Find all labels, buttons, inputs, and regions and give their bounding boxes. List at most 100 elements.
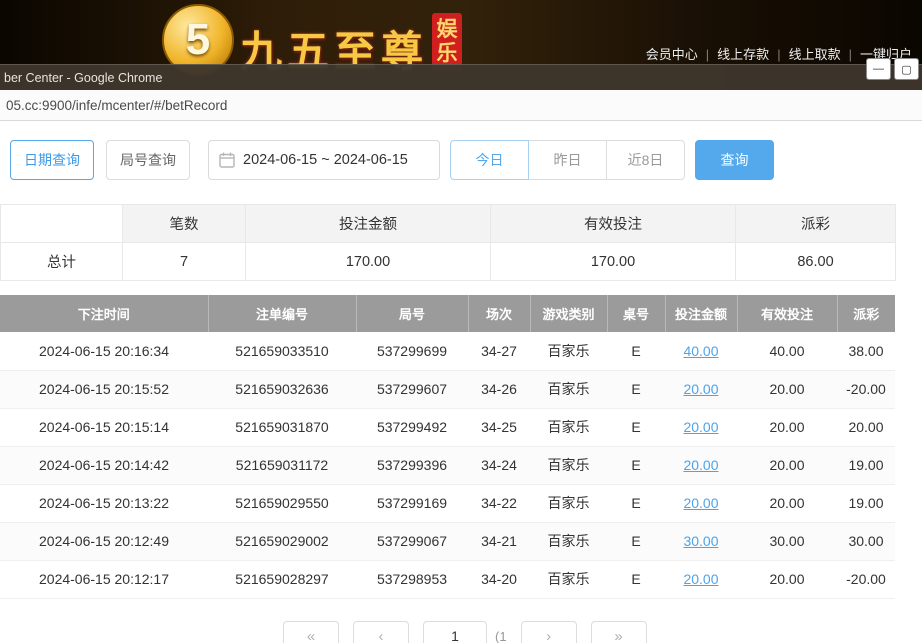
table-row: 2024-06-15 20:13:22521659029550537299169… [0, 484, 895, 522]
bet-amount-cell: 20.00 [665, 370, 737, 408]
summary-header-empty [1, 205, 123, 243]
round-query-tab[interactable]: 局号查询 [106, 140, 190, 180]
valid-bet-cell: 20.00 [737, 446, 837, 484]
bet-amount-link[interactable]: 20.00 [683, 571, 718, 587]
table-number-cell: E [607, 446, 665, 484]
bet-amount-link[interactable]: 20.00 [683, 381, 718, 397]
bet-time-cell: 2024-06-15 20:12:49 [0, 522, 208, 560]
window-title: ber Center - Google Chrome [4, 71, 162, 85]
bet-id-cell: 521659031870 [208, 408, 356, 446]
header-game-type: 游戏类别 [530, 295, 607, 332]
screen: 5 九五至尊 娱 乐 会员中心|线上存款|线上取款|一键归户 ber Cente… [0, 0, 922, 643]
maximize-button[interactable]: ▢ [894, 58, 919, 80]
game-type-cell: 百家乐 [530, 560, 607, 598]
session-cell: 34-27 [468, 332, 530, 370]
payout-cell: -20.00 [837, 370, 895, 408]
next-page-button[interactable]: › [521, 621, 577, 643]
bet-time-cell: 2024-06-15 20:15:52 [0, 370, 208, 408]
summary-payout-value: 86.00 [736, 243, 896, 281]
table-row: 2024-06-15 20:12:17521659028297537298953… [0, 560, 895, 598]
first-page-button[interactable]: « [283, 621, 339, 643]
summary-table: 笔数 投注金额 有效投注 派彩 总计 7 170.00 170.00 86.00 [0, 204, 896, 281]
nav-link[interactable]: 会员中心 [638, 47, 706, 62]
bet-id-cell: 521659029002 [208, 522, 356, 560]
quick-date-group: 今日 昨日 近8日 [450, 140, 685, 180]
bet-record-table: 下注时间 注单编号 局号 场次 游戏类别 桌号 投注金额 有效投注 派彩 202… [0, 295, 895, 599]
logo-badge-char: 娱 [437, 18, 458, 42]
round-number-cell: 537299492 [356, 408, 468, 446]
bet-record-page: 日期查询 局号查询 2024-06-15 ~ 2024-06-15 今日 昨日 … [0, 121, 922, 643]
bet-amount-cell: 20.00 [665, 446, 737, 484]
summary-header-valid-bet: 有效投注 [491, 205, 736, 243]
summary-valid-bet-value: 170.00 [491, 243, 736, 281]
date-query-tab[interactable]: 日期查询 [10, 140, 94, 180]
table-row: 2024-06-15 20:15:52521659032636537299607… [0, 370, 895, 408]
bet-amount-link[interactable]: 20.00 [683, 457, 718, 473]
search-button[interactable]: 查询 [695, 140, 774, 180]
date-range-picker[interactable]: 2024-06-15 ~ 2024-06-15 [208, 140, 440, 180]
yesterday-button[interactable]: 昨日 [528, 140, 607, 180]
game-type-cell: 百家乐 [530, 484, 607, 522]
bet-time-cell: 2024-06-15 20:15:14 [0, 408, 208, 446]
bet-table-header-row: 下注时间 注单编号 局号 场次 游戏类别 桌号 投注金额 有效投注 派彩 [0, 295, 895, 332]
today-button[interactable]: 今日 [450, 140, 529, 180]
prev-page-button[interactable]: ‹ [353, 621, 409, 643]
table-row: 2024-06-15 20:12:49521659029002537299067… [0, 522, 895, 560]
round-number-cell: 537299699 [356, 332, 468, 370]
bet-time-cell: 2024-06-15 20:14:42 [0, 446, 208, 484]
last-page-button[interactable]: » [591, 621, 647, 643]
payout-cell: -20.00 [837, 560, 895, 598]
calendar-icon [219, 152, 235, 168]
session-cell: 34-25 [468, 408, 530, 446]
logo-badge-char: 乐 [437, 42, 458, 66]
table-row: 2024-06-15 20:15:14521659031870537299492… [0, 408, 895, 446]
bet-id-cell: 521659029550 [208, 484, 356, 522]
bet-id-cell: 521659031172 [208, 446, 356, 484]
valid-bet-cell: 30.00 [737, 522, 837, 560]
bet-time-cell: 2024-06-15 20:16:34 [0, 332, 208, 370]
url-text: 05.cc:9900/infe/mcenter/#/betRecord [6, 98, 227, 113]
bet-amount-link[interactable]: 30.00 [683, 533, 718, 549]
payout-cell: 38.00 [837, 332, 895, 370]
summary-count-value: 7 [123, 243, 246, 281]
bet-amount-link[interactable]: 20.00 [683, 419, 718, 435]
table-row: 2024-06-15 20:14:42521659031172537299396… [0, 446, 895, 484]
summary-total-row: 总计 7 170.00 170.00 86.00 [1, 243, 896, 281]
bet-amount-link[interactable]: 40.00 [683, 343, 718, 359]
valid-bet-cell: 40.00 [737, 332, 837, 370]
session-cell: 34-26 [468, 370, 530, 408]
bet-amount-cell: 40.00 [665, 332, 737, 370]
last-8-days-button[interactable]: 近8日 [606, 140, 685, 180]
round-number-cell: 537299607 [356, 370, 468, 408]
filter-bar: 日期查询 局号查询 2024-06-15 ~ 2024-06-15 今日 昨日 … [10, 140, 774, 180]
bet-amount-cell: 20.00 [665, 408, 737, 446]
bet-id-cell: 521659032636 [208, 370, 356, 408]
summary-header-count: 笔数 [123, 205, 246, 243]
page-info: (1 [495, 629, 507, 643]
game-type-cell: 百家乐 [530, 370, 607, 408]
minimize-button[interactable]: — [866, 58, 891, 80]
table-number-cell: E [607, 484, 665, 522]
summary-total-label: 总计 [1, 243, 123, 281]
bet-time-cell: 2024-06-15 20:12:17 [0, 560, 208, 598]
header-bet-id: 注单编号 [208, 295, 356, 332]
valid-bet-cell: 20.00 [737, 408, 837, 446]
round-number-cell: 537298953 [356, 560, 468, 598]
session-cell: 34-24 [468, 446, 530, 484]
page-number-input[interactable] [423, 621, 487, 643]
round-number-cell: 537299396 [356, 446, 468, 484]
payout-cell: 19.00 [837, 446, 895, 484]
table-number-cell: E [607, 522, 665, 560]
valid-bet-cell: 20.00 [737, 560, 837, 598]
nav-link[interactable]: 线上存款 [709, 47, 777, 62]
bet-amount-link[interactable]: 20.00 [683, 495, 718, 511]
bet-table-body: 2024-06-15 20:16:34521659033510537299699… [0, 332, 895, 598]
payout-cell: 20.00 [837, 408, 895, 446]
address-bar[interactable]: 05.cc:9900/infe/mcenter/#/betRecord [0, 90, 922, 121]
nav-link[interactable]: 线上取款 [781, 47, 849, 62]
summary-bet-amount-value: 170.00 [246, 243, 491, 281]
table-number-cell: E [607, 560, 665, 598]
bet-time-cell: 2024-06-15 20:13:22 [0, 484, 208, 522]
pagination: « ‹ (1 › » [283, 621, 661, 643]
game-type-cell: 百家乐 [530, 332, 607, 370]
